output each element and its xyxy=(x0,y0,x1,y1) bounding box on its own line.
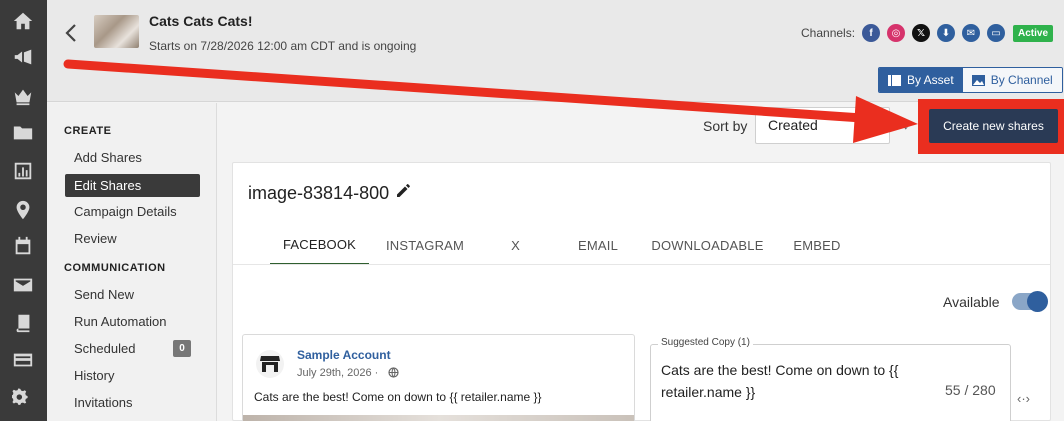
preview-date: July 29th, 2026 · xyxy=(297,367,379,379)
channels-label: Channels: xyxy=(801,26,856,40)
tab-embed[interactable]: EMBED xyxy=(788,225,846,265)
facebook-post-preview: Sample Account July 29th, 2026 · Cats ar… xyxy=(242,334,635,421)
settings-gears-icon[interactable] xyxy=(11,386,35,410)
map-pin-icon[interactable] xyxy=(11,198,35,222)
tab-email[interactable]: EMAIL xyxy=(568,225,628,265)
book-icon[interactable] xyxy=(11,311,35,335)
pencil-icon[interactable] xyxy=(395,182,411,198)
folder-icon[interactable] xyxy=(11,120,35,144)
scheduled-count-badge: 0 xyxy=(173,340,191,357)
bar-chart-icon[interactable] xyxy=(11,159,35,183)
asset-name: image-83814-800 xyxy=(248,183,390,203)
campaign-thumbnail xyxy=(94,15,139,48)
by-asset-label: By Asset xyxy=(907,73,954,87)
tab-instagram[interactable]: INSTAGRAM xyxy=(380,225,470,265)
instagram-icon: ◎ xyxy=(887,24,905,42)
embed-icon: ▭ xyxy=(987,24,1005,42)
megaphone-icon[interactable] xyxy=(11,45,35,69)
toggle-knob xyxy=(1027,291,1048,312)
create-new-shares-button[interactable]: Create new shares xyxy=(929,109,1058,143)
campaign-title: Cats Cats Cats! xyxy=(149,13,253,29)
tabs-divider xyxy=(233,264,1050,265)
home-icon[interactable] xyxy=(11,9,35,33)
campaign-schedule: Starts on 7/28/2026 12:00 am CDT and is … xyxy=(149,39,417,53)
sort-select[interactable]: Created xyxy=(755,107,890,144)
sidebar-item-add-shares[interactable]: Add Shares xyxy=(65,146,200,169)
tab-facebook[interactable]: FACEBOOK xyxy=(270,225,369,265)
sidebar-item-label: Scheduled xyxy=(74,341,136,356)
tab-downloadable[interactable]: DOWNLOADABLE xyxy=(651,225,764,265)
view-toggle: By Asset By Channel xyxy=(878,67,1063,93)
suggested-copy-text[interactable]: Cats are the best! Come on down to {{ re… xyxy=(661,359,921,403)
sidebar-item-review[interactable]: Review xyxy=(65,227,200,250)
left-icon-rail xyxy=(0,0,47,421)
mail-icon[interactable] xyxy=(11,273,35,297)
sidebar-item-send-new[interactable]: Send New xyxy=(65,283,200,306)
sidebar-item-campaign-details[interactable]: Campaign Details xyxy=(65,200,200,223)
store-icon xyxy=(256,350,284,378)
suggested-copy-label: Suggested Copy (1) xyxy=(658,337,753,348)
crown-icon[interactable] xyxy=(11,84,35,108)
calendar-icon[interactable] xyxy=(11,234,35,258)
download-icon: ⬇ xyxy=(937,24,955,42)
character-count: 55 / 280 xyxy=(945,382,996,398)
image-icon xyxy=(971,74,985,86)
back-chevron-icon[interactable] xyxy=(61,22,81,44)
communication-heading: COMMUNICATION xyxy=(64,262,166,274)
by-channel-button[interactable]: By Channel xyxy=(962,68,1062,92)
available-label: Available xyxy=(943,294,1000,310)
globe-icon xyxy=(388,367,399,378)
sort-label: Sort by xyxy=(703,118,748,134)
sidebar-item-run-automation[interactable]: Run Automation xyxy=(65,310,200,333)
tab-x[interactable]: X xyxy=(488,225,543,265)
sidebar-item-history[interactable]: History xyxy=(65,364,200,387)
expand-icon[interactable]: ‹·› xyxy=(1017,391,1030,406)
x-icon: 𝕏 xyxy=(912,24,930,42)
sidebar-item-edit-shares[interactable]: Edit Shares xyxy=(65,174,200,197)
email-icon: ✉ xyxy=(962,24,980,42)
by-asset-button[interactable]: By Asset xyxy=(879,68,963,92)
status-badge: Active xyxy=(1013,25,1054,42)
create-heading: CREATE xyxy=(64,125,112,137)
sidebar-item-invitations[interactable]: Invitations xyxy=(65,391,200,414)
credit-card-icon[interactable] xyxy=(11,348,35,372)
sort-direction-icon[interactable]: ↓ xyxy=(902,116,910,133)
asset-card: image-83814-800 FACEBOOK INSTAGRAM X EMA… xyxy=(232,162,1051,421)
preview-account-name: Sample Account xyxy=(297,348,391,362)
sidebar-item-scheduled[interactable]: Scheduled 0 xyxy=(65,337,200,360)
preview-image xyxy=(243,415,634,421)
campaign-sidebar: CREATE Add Shares Edit Shares Campaign D… xyxy=(47,103,217,421)
available-toggle[interactable] xyxy=(1012,291,1048,312)
campaign-header: Cats Cats Cats! Starts on 7/28/2026 12:0… xyxy=(47,0,1064,102)
grid-icon xyxy=(888,74,901,86)
preview-text: Cats are the best! Come on down to {{ re… xyxy=(254,390,542,404)
by-channel-label: By Channel xyxy=(990,73,1053,87)
facebook-icon: f xyxy=(862,24,880,42)
